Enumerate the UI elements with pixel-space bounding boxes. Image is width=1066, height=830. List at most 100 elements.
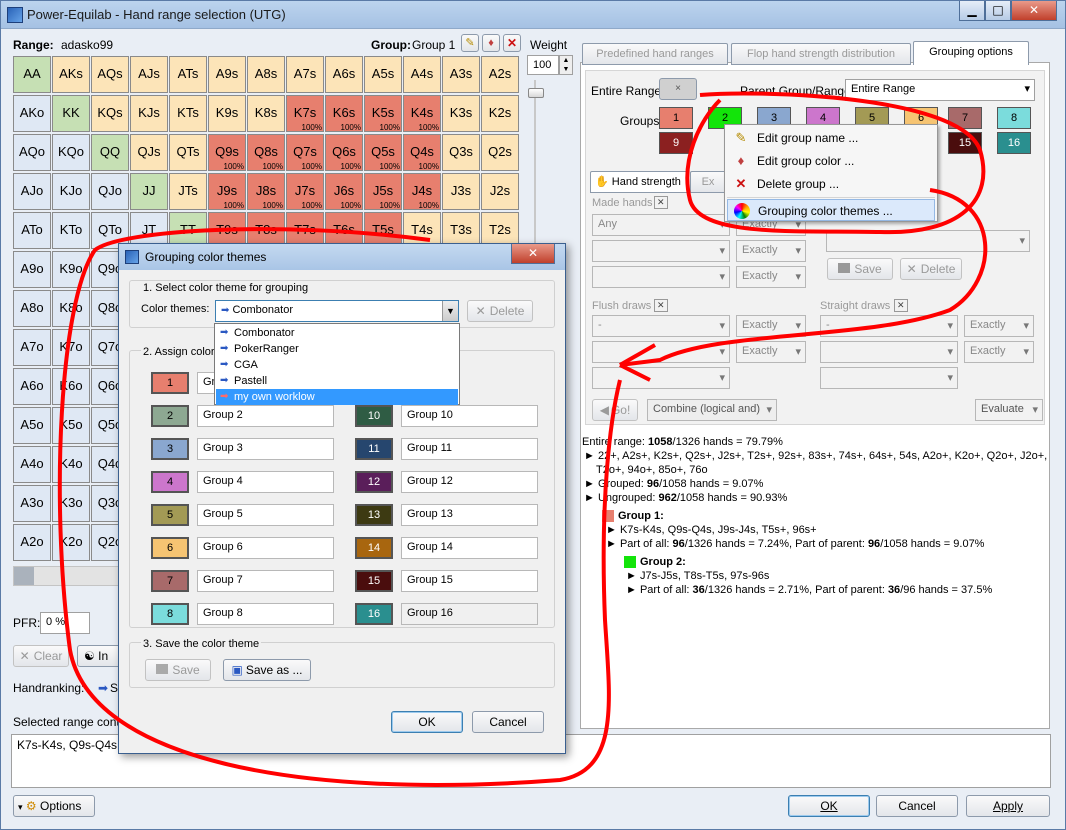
- hand-cell[interactable]: A6s: [325, 56, 363, 93]
- hand-cell[interactable]: Q5s 100%: [364, 134, 402, 171]
- hand-cell[interactable]: KTo: [52, 212, 90, 249]
- tab-predefined[interactable]: Predefined hand ranges: [582, 43, 728, 65]
- handranking-s[interactable]: S: [110, 681, 118, 695]
- hand-cell[interactable]: QJs: [130, 134, 168, 171]
- group-name-field[interactable]: Group 13: [401, 504, 538, 526]
- hand-cell[interactable]: AKs: [52, 56, 90, 93]
- hand-cell[interactable]: K2s: [481, 95, 519, 132]
- hand-cell[interactable]: J7s 100%: [286, 173, 324, 210]
- paint-icon[interactable]: ♦: [482, 34, 500, 52]
- delete-group-icon[interactable]: ✕: [503, 34, 521, 52]
- hand-cell[interactable]: QJo: [91, 173, 129, 210]
- group-button-16[interactable]: 16: [997, 132, 1031, 154]
- clear-button[interactable]: ✕ Clear: [13, 645, 69, 667]
- tab-grouping[interactable]: Grouping options: [913, 41, 1029, 65]
- hand-cell[interactable]: A3s: [442, 56, 480, 93]
- group-name-field[interactable]: Group 5: [197, 504, 334, 526]
- hand-cell[interactable]: K8o: [52, 290, 90, 327]
- evaluate-button[interactable]: Evaluate: [975, 399, 1043, 421]
- hand-cell[interactable]: KJs: [130, 95, 168, 132]
- hand-cell[interactable]: A7s: [286, 56, 324, 93]
- group-name-field[interactable]: Group 7: [197, 570, 334, 592]
- straight-exactly-2[interactable]: Exactly: [964, 341, 1034, 363]
- hand-cell[interactable]: Q8s 100%: [247, 134, 285, 171]
- color-swatch[interactable]: 14: [355, 537, 393, 559]
- group-button-15[interactable]: 15: [948, 132, 982, 154]
- group-name-field[interactable]: Group 16: [401, 603, 538, 625]
- pfr-input[interactable]: 0 %: [40, 612, 90, 634]
- hand-cell[interactable]: J3s: [442, 173, 480, 210]
- color-swatch[interactable]: 12: [355, 471, 393, 493]
- hand-cell[interactable]: K7o: [52, 329, 90, 366]
- close-button[interactable]: ✕: [1011, 1, 1057, 21]
- group-name-field[interactable]: Group 4: [197, 471, 334, 493]
- delete-filter-button[interactable]: ✕ Delete: [900, 258, 962, 280]
- hand-cell[interactable]: ATo: [13, 212, 51, 249]
- hand-cell[interactable]: J2s: [481, 173, 519, 210]
- hand-cell[interactable]: AKo: [13, 95, 51, 132]
- dialog-ok-button[interactable]: OK: [391, 711, 463, 733]
- hand-cell[interactable]: K9s: [208, 95, 246, 132]
- hand-cell[interactable]: Q3s: [442, 134, 480, 171]
- hand-cell[interactable]: J6s 100%: [325, 173, 363, 210]
- apply-button[interactable]: Apply: [966, 795, 1050, 817]
- hand-cell[interactable]: J8s 100%: [247, 173, 285, 210]
- hand-cell[interactable]: KQo: [52, 134, 90, 171]
- group-name-field[interactable]: Group 11: [401, 438, 538, 460]
- hand-cell[interactable]: Q2s: [481, 134, 519, 171]
- theme-option-cga[interactable]: ➡ CGA: [216, 357, 458, 373]
- hand-cell[interactable]: QQ: [91, 134, 129, 171]
- theme-save-button[interactable]: Save: [145, 659, 211, 681]
- group-name-field[interactable]: Group 3: [197, 438, 334, 460]
- theme-option-own[interactable]: ➡ my own worklow: [216, 389, 458, 405]
- hand-cell[interactable]: A2o: [13, 524, 51, 561]
- straight-select-1[interactable]: -: [820, 315, 958, 337]
- color-swatch[interactable]: 8: [151, 603, 189, 625]
- straight-exactly-1[interactable]: Exactly: [964, 315, 1034, 337]
- color-swatch[interactable]: 11: [355, 438, 393, 460]
- hand-cell[interactable]: J9s 100%: [208, 173, 246, 210]
- hand-cell[interactable]: A9o: [13, 251, 51, 288]
- hand-cell[interactable]: K9o: [52, 251, 90, 288]
- hand-cell[interactable]: A4s: [403, 56, 441, 93]
- color-swatch[interactable]: 2: [151, 405, 189, 427]
- color-swatch[interactable]: 10: [355, 405, 393, 427]
- group-name-field[interactable]: Group 14: [401, 537, 538, 559]
- hand-cell[interactable]: A3o: [13, 485, 51, 522]
- straight-close-icon[interactable]: ✕: [894, 299, 908, 312]
- tab-flop[interactable]: Flop hand strength distribution: [731, 43, 911, 65]
- flush-select-3[interactable]: [592, 367, 730, 389]
- hand-cell[interactable]: AJo: [13, 173, 51, 210]
- flush-exactly-2[interactable]: Exactly: [736, 341, 806, 363]
- parent-select[interactable]: Entire Range ▾: [845, 79, 1035, 101]
- menu-delete-group[interactable]: ✕ Delete group ...: [727, 173, 935, 195]
- group-button-7[interactable]: 7: [948, 107, 982, 129]
- hand-cell[interactable]: A2s: [481, 56, 519, 93]
- group-name-field[interactable]: Group 12: [401, 471, 538, 493]
- combine-select[interactable]: Combine (logical and): [647, 399, 777, 421]
- group-name-field[interactable]: Group 15: [401, 570, 538, 592]
- menu-edit-group-color[interactable]: ♦ Edit group color ...: [727, 150, 935, 172]
- color-swatch[interactable]: 3: [151, 438, 189, 460]
- hand-cell[interactable]: KQs: [91, 95, 129, 132]
- color-swatch[interactable]: 16: [355, 603, 393, 625]
- in-button[interactable]: ☯ In: [77, 645, 121, 667]
- hand-cell[interactable]: A5o: [13, 407, 51, 444]
- color-swatch[interactable]: 5: [151, 504, 189, 526]
- flush-select-1[interactable]: -: [592, 315, 730, 337]
- exactly-select-3[interactable]: Exactly: [736, 266, 806, 288]
- hand-cell[interactable]: A8s: [247, 56, 285, 93]
- scrollbar-thumb[interactable]: [14, 567, 34, 585]
- color-swatch[interactable]: 6: [151, 537, 189, 559]
- weight-input[interactable]: 100: [527, 55, 559, 75]
- hand-cell[interactable]: AQo: [13, 134, 51, 171]
- group-name-field[interactable]: Group 2: [197, 405, 334, 427]
- hand-cell[interactable]: Q6s 100%: [325, 134, 363, 171]
- color-swatch[interactable]: 15: [355, 570, 393, 592]
- group-button-8[interactable]: 8: [997, 107, 1031, 129]
- hand-cell[interactable]: A5s: [364, 56, 402, 93]
- save-filter-button[interactable]: Save: [827, 258, 893, 280]
- hand-cell[interactable]: AQs: [91, 56, 129, 93]
- color-swatch[interactable]: 7: [151, 570, 189, 592]
- hand-cell[interactable]: Q7s 100%: [286, 134, 324, 171]
